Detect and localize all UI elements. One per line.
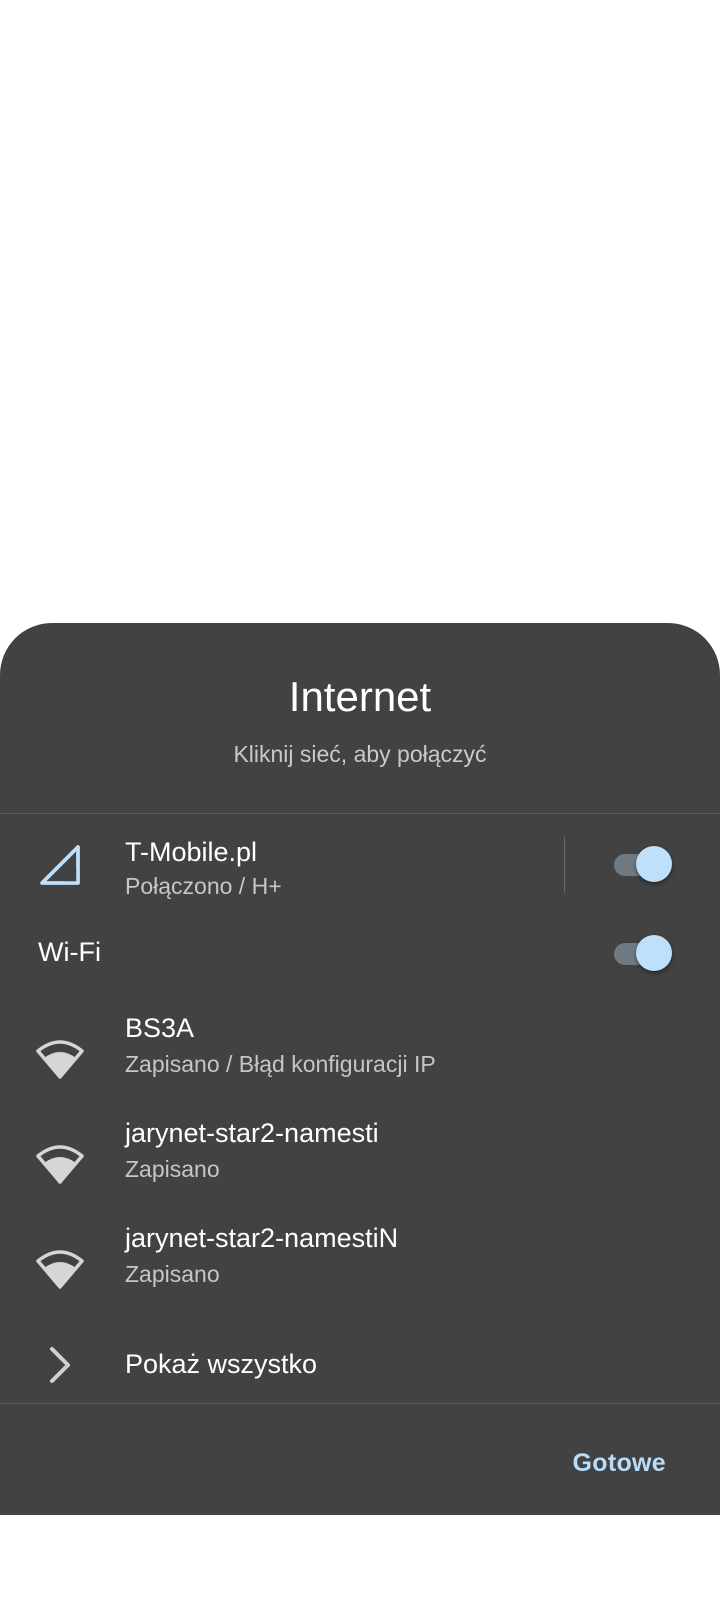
wifi-network-status: Zapisano [125, 1156, 220, 1182]
wifi-icon [36, 1145, 84, 1184]
wifi-network-status: Zapisano [125, 1261, 220, 1287]
internet-dialog: Internet Kliknij sieć, aby połączyć T-Mo… [0, 623, 720, 1515]
mobile-data-toggle[interactable] [614, 844, 674, 884]
mobile-network-name: T-Mobile.pl [125, 837, 258, 867]
header-divider [0, 813, 720, 814]
wifi-network-name: BS3A [125, 1013, 195, 1043]
toggle-thumb [636, 846, 672, 882]
wifi-network-name: jarynet-star2-namesti [125, 1118, 379, 1148]
wifi-label: Wi-Fi [38, 937, 101, 967]
dialog-subtitle: Kliknij sieć, aby połączyć [233, 741, 487, 767]
mobile-network-status: Połączono / H+ [125, 873, 282, 899]
wifi-network-name: jarynet-star2-namestiN [125, 1223, 399, 1253]
wifi-toggle-row[interactable]: Wi-Fi [0, 913, 720, 993]
row-separator [564, 837, 565, 893]
chevron-right-icon [50, 1347, 70, 1383]
wifi-icon [36, 1040, 84, 1079]
wifi-network-row[interactable]: jarynet-star2-namesti Zapisano [0, 1118, 720, 1208]
wifi-network-status: Zapisano / Błąd konfiguracji IP [125, 1051, 436, 1077]
wifi-network-row[interactable]: BS3A Zapisano / Błąd konfiguracji IP [0, 1013, 720, 1103]
show-all-row[interactable]: Pokaż wszystko [0, 1335, 720, 1395]
wifi-toggle[interactable] [614, 933, 674, 973]
toggle-thumb [636, 935, 672, 971]
dialog-title: Internet [288, 673, 432, 720]
mobile-network-row[interactable]: T-Mobile.pl Połączono / H+ [0, 823, 720, 907]
cellular-signal-icon [40, 845, 80, 885]
show-all-label: Pokaż wszystko [125, 1349, 318, 1379]
footer-divider [0, 1403, 720, 1404]
done-button[interactable]: Gotowe [573, 1449, 666, 1478]
wifi-icon [36, 1250, 84, 1289]
wifi-network-row[interactable]: jarynet-star2-namestiN Zapisano [0, 1223, 720, 1313]
